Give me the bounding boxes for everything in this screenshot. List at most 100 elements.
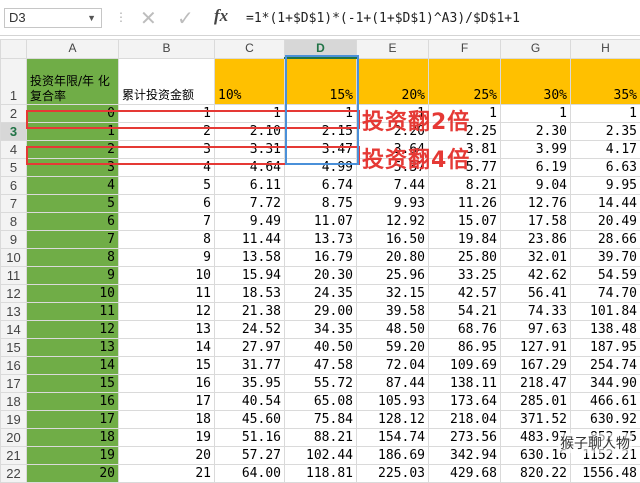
- cell-total-investment[interactable]: 14: [119, 338, 215, 356]
- cell-value[interactable]: 273.56: [429, 428, 501, 446]
- cell-value[interactable]: 33.25: [429, 266, 501, 284]
- cell-value[interactable]: 23.86: [501, 230, 571, 248]
- row-header[interactable]: 21: [1, 446, 27, 464]
- cell-years[interactable]: 9: [27, 266, 119, 284]
- cell-value[interactable]: 1556.48: [571, 464, 640, 482]
- column-header-g[interactable]: G: [501, 40, 571, 59]
- cell-value[interactable]: 1: [571, 104, 640, 122]
- cell-value[interactable]: 128.12: [357, 410, 429, 428]
- cell-value[interactable]: 27.97: [215, 338, 285, 356]
- cell-value[interactable]: 6.19: [501, 158, 571, 176]
- cancel-icon[interactable]: ✕: [140, 6, 157, 30]
- formula-input[interactable]: =1*(1+$D$1)*(-1+(1+$D$1)^A3)/$D$1+1: [246, 9, 636, 29]
- row-header[interactable]: 4: [1, 140, 27, 158]
- cell-value[interactable]: 154.74: [357, 428, 429, 446]
- row-header[interactable]: 7: [1, 194, 27, 212]
- cell-value[interactable]: 285.01: [501, 392, 571, 410]
- cell-value[interactable]: 32.15: [357, 284, 429, 302]
- cell-value[interactable]: 51.16: [215, 428, 285, 446]
- cell-value[interactable]: 20.80: [357, 248, 429, 266]
- cell-value[interactable]: 39.58: [357, 302, 429, 320]
- cell-value[interactable]: 254.74: [571, 356, 640, 374]
- cell-value[interactable]: 3.99: [501, 140, 571, 158]
- column-header-c[interactable]: C: [215, 40, 285, 59]
- column-header-e[interactable]: E: [357, 40, 429, 59]
- insert-function-icon[interactable]: fx: [214, 6, 228, 26]
- cell-value[interactable]: 4.17: [571, 140, 640, 158]
- cell-value[interactable]: 118.81: [285, 464, 357, 482]
- cell-value[interactable]: 19.84: [429, 230, 501, 248]
- cell-value[interactable]: 218.04: [429, 410, 501, 428]
- cell-value[interactable]: 187.95: [571, 338, 640, 356]
- cell-value[interactable]: 820.22: [501, 464, 571, 482]
- cell-value[interactable]: 105.93: [357, 392, 429, 410]
- cell-years[interactable]: 17: [27, 410, 119, 428]
- cell-value[interactable]: 466.61: [571, 392, 640, 410]
- cell-value[interactable]: 186.69: [357, 446, 429, 464]
- row-header[interactable]: 5: [1, 158, 27, 176]
- cell-years[interactable]: 6: [27, 212, 119, 230]
- row-header[interactable]: 18: [1, 392, 27, 410]
- cell-value[interactable]: 20.30: [285, 266, 357, 284]
- cell-value[interactable]: 138.11: [429, 374, 501, 392]
- cell-value[interactable]: 16.50: [357, 230, 429, 248]
- row-header[interactable]: 3: [1, 122, 27, 140]
- cell-years[interactable]: 19: [27, 446, 119, 464]
- cell-value[interactable]: 138.48: [571, 320, 640, 338]
- cell-value[interactable]: 12.92: [357, 212, 429, 230]
- cell-value[interactable]: 74.70: [571, 284, 640, 302]
- cell-value[interactable]: 15.94: [215, 266, 285, 284]
- cell-value[interactable]: 2.35: [571, 122, 640, 140]
- cell-value[interactable]: 7.72: [215, 194, 285, 212]
- cell-value[interactable]: 28.66: [571, 230, 640, 248]
- row-header[interactable]: 11: [1, 266, 27, 284]
- cell-value[interactable]: 9.95: [571, 176, 640, 194]
- cell-value[interactable]: 102.44: [285, 446, 357, 464]
- cell-g1[interactable]: 30%: [501, 58, 571, 104]
- cell-years[interactable]: 5: [27, 194, 119, 212]
- enter-icon[interactable]: ✓: [177, 6, 194, 30]
- cell-years[interactable]: 18: [27, 428, 119, 446]
- cell-value[interactable]: 9.04: [501, 176, 571, 194]
- cell-value[interactable]: 8.75: [285, 194, 357, 212]
- row-header[interactable]: 6: [1, 176, 27, 194]
- row-header[interactable]: 1: [1, 58, 27, 104]
- cell-value[interactable]: 54.21: [429, 302, 501, 320]
- cell-value[interactable]: 127.91: [501, 338, 571, 356]
- cell-value[interactable]: 2.30: [501, 122, 571, 140]
- row-header[interactable]: 10: [1, 248, 27, 266]
- column-header-f[interactable]: F: [429, 40, 501, 59]
- cell-value[interactable]: 74.33: [501, 302, 571, 320]
- cell-total-investment[interactable]: 18: [119, 410, 215, 428]
- cell-total-investment[interactable]: 5: [119, 176, 215, 194]
- cell-value[interactable]: 55.72: [285, 374, 357, 392]
- cell-value[interactable]: 54.59: [571, 266, 640, 284]
- cell-value[interactable]: 16.79: [285, 248, 357, 266]
- cell-total-investment[interactable]: 6: [119, 194, 215, 212]
- cell-value[interactable]: 34.35: [285, 320, 357, 338]
- cell-value[interactable]: 24.35: [285, 284, 357, 302]
- cell-total-investment[interactable]: 8: [119, 230, 215, 248]
- row-header[interactable]: 12: [1, 284, 27, 302]
- cell-total-investment[interactable]: 9: [119, 248, 215, 266]
- cell-value[interactable]: 218.47: [501, 374, 571, 392]
- row-header[interactable]: 9: [1, 230, 27, 248]
- cell-value[interactable]: 35.95: [215, 374, 285, 392]
- cell-value[interactable]: 40.54: [215, 392, 285, 410]
- cell-value[interactable]: 7.44: [357, 176, 429, 194]
- cell-value[interactable]: 25.80: [429, 248, 501, 266]
- cell-years[interactable]: 11: [27, 302, 119, 320]
- column-header-a[interactable]: A: [27, 40, 119, 59]
- cell-value[interactable]: 429.68: [429, 464, 501, 482]
- cell-value[interactable]: 48.50: [357, 320, 429, 338]
- select-all-corner[interactable]: [1, 40, 27, 59]
- cell-b1[interactable]: 累计投资金额: [119, 58, 215, 104]
- cell-value[interactable]: 11.07: [285, 212, 357, 230]
- cell-value[interactable]: 11.26: [429, 194, 501, 212]
- cell-total-investment[interactable]: 10: [119, 266, 215, 284]
- cell-years[interactable]: 14: [27, 356, 119, 374]
- cell-c1[interactable]: 10%: [215, 58, 285, 104]
- cell-value[interactable]: 173.64: [429, 392, 501, 410]
- row-header[interactable]: 14: [1, 320, 27, 338]
- cell-value[interactable]: 39.70: [571, 248, 640, 266]
